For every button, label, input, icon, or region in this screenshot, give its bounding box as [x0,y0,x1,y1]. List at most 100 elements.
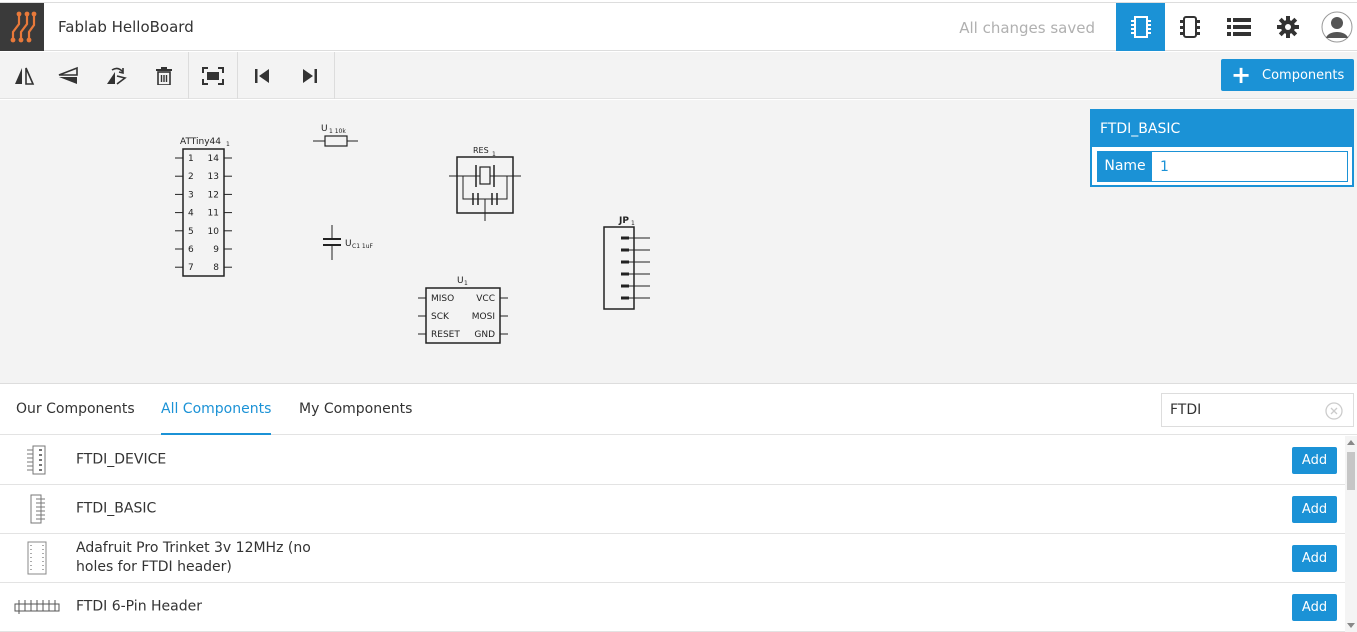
header-pin [621,248,629,252]
plus-icon: + [1231,61,1252,89]
isp-pin-label: MISO [431,294,454,304]
add-button[interactable]: Add [1292,496,1337,523]
attiny-pin-number: 12 [208,190,219,200]
component-tabs: Our Components All Components My Compone… [0,385,1357,435]
scroll-up-icon[interactable] [1347,440,1355,445]
name-input[interactable] [1152,152,1347,181]
tab-our-components[interactable]: Our Components [16,401,135,435]
capacitor-label: U [345,239,352,249]
attiny-pin-number: 5 [188,227,194,237]
properties-panel: FTDI_BASIC Name [1090,109,1354,187]
ftdi-basic-thumbnail [14,493,60,525]
list-icon [1226,18,1251,36]
resonator-label: RES [473,146,489,155]
capacitor-sub: C1 1uF [352,243,374,250]
flip-horizontal-icon [15,67,35,85]
isp-pin-label: VCC [476,294,495,304]
rotate-button[interactable] [92,52,140,99]
attiny-label: ATTiny44 [180,137,221,147]
attiny-pin-number: 11 [208,209,219,219]
list-item[interactable]: FTDI 6-Pin Header Add [0,583,1345,632]
attiny-sub: 1 [226,141,230,148]
isp-label: U [457,276,464,286]
attiny-pin-number: 13 [208,172,219,182]
trash-icon [156,66,172,85]
isp-pin-label: MOSI [472,312,495,322]
resistor-symbol[interactable]: U 1 10k [313,124,358,147]
attiny-pin-number: 1 [188,154,194,164]
flip-vertical-button[interactable] [44,52,92,99]
header-sub: 1 [631,220,635,227]
flip-vertical-icon [58,66,78,84]
resistor-sub: 1 10k [329,128,346,135]
isp-symbol[interactable]: U 1 MISO VCC SCK MOSI RESET GND [418,276,508,344]
board-icon [1179,16,1200,38]
add-button[interactable]: Add [1292,545,1337,572]
tab-my-components[interactable]: My Components [299,401,412,435]
isp-sub: 1 [464,280,468,287]
gear-icon [1276,16,1299,38]
header-pin [621,272,629,276]
resonator-symbol[interactable]: RES 1 [449,146,521,221]
delete-button[interactable] [140,52,188,99]
clear-search-icon[interactable] [1325,402,1343,420]
schematic-view-button[interactable] [1116,3,1165,51]
first-icon [255,68,269,83]
resistor-label: U [321,124,328,134]
attiny-pin-number: 9 [213,245,219,255]
header-symbol[interactable]: JP 1 [603,216,650,310]
header-pin [621,260,629,264]
trinket-thumbnail [14,541,60,575]
fit-screen-button[interactable] [189,52,237,99]
attiny-pin-number: 10 [208,227,220,237]
search-input[interactable] [1162,394,1322,426]
bom-list-button[interactable] [1214,3,1263,51]
flip-horizontal-button[interactable] [0,52,48,99]
scroll-down-icon[interactable] [1347,623,1355,628]
avatar-icon [1321,11,1353,43]
top-bar: Fablab HelloBoard All changes saved [0,2,1357,51]
header-pin [621,236,629,240]
fit-screen-icon [202,66,224,85]
attiny-pin-number: 7 [188,263,194,273]
first-button[interactable] [238,52,286,99]
save-status: All changes saved [959,19,1095,37]
ftdi-device-thumbnail [14,444,60,476]
list-item[interactable]: FTDI_BASIC Add [0,485,1345,534]
component-name: FTDI_BASIC [76,500,157,517]
attiny-pin-number: 4 [188,209,194,219]
list-item[interactable]: Adafruit Pro Trinket 3v 12MHz (no holes … [0,534,1345,583]
add-button[interactable]: Add [1292,447,1337,474]
app: Fablab HelloBoard All changes saved + Co… [0,0,1357,632]
attiny-pin-number: 2 [188,172,194,182]
ftdi-header-thumbnail [14,591,60,623]
toolbar: + Components [0,52,1357,99]
name-field-row: Name [1097,151,1348,182]
component-name: FTDI_DEVICE [76,451,167,468]
settings-button[interactable] [1263,3,1312,51]
add-button[interactable]: Add [1292,594,1337,621]
attiny-pin-number: 8 [213,263,219,273]
name-label: Name [1098,152,1152,181]
isp-pin-label: GND [474,330,495,340]
list-item[interactable]: FTDI_DEVICE Add [0,436,1345,485]
logo-icon[interactable] [0,3,44,51]
capacitor-symbol[interactable]: U C1 1uF [323,225,374,260]
add-components-button[interactable]: + Components [1221,59,1354,91]
app-title[interactable]: Fablab HelloBoard [58,18,194,36]
component-list: FTDI_DEVICE Add FTDI_BASIC Add Adafruit … [0,436,1345,632]
last-icon [303,68,317,83]
attiny44-symbol[interactable]: ATTiny44 1 1234567 141312111098 [175,137,232,277]
header-pin [621,284,629,288]
toolbar-divider [334,52,335,99]
component-search [1161,393,1354,427]
tab-all-components[interactable]: All Components [161,401,272,435]
last-button[interactable] [286,52,334,99]
list-scrollbar[interactable] [1345,436,1357,632]
board-view-button[interactable] [1165,3,1214,51]
scroll-thumb[interactable] [1347,452,1355,490]
header-label: JP [618,216,629,226]
component-name: Adafruit Pro Trinket 3v 12MHz (no holes … [76,540,311,575]
user-avatar[interactable] [1317,3,1357,51]
isp-pin-label: SCK [431,312,450,322]
